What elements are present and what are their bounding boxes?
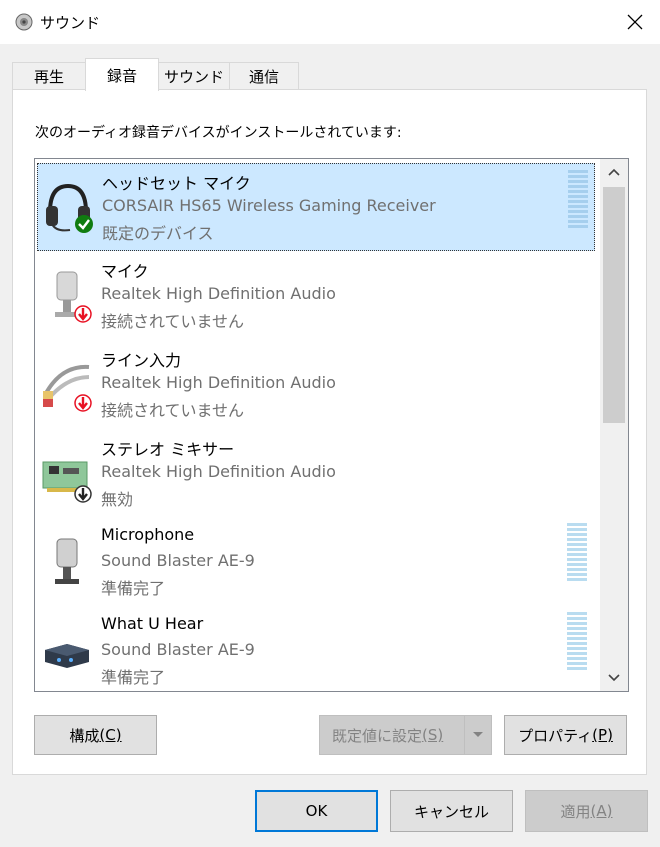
- check-badge: [75, 215, 93, 233]
- sound-card-icon: [42, 461, 92, 503]
- tab-label: 通信: [248, 68, 279, 86]
- properties-label: プロパティ: [518, 726, 593, 745]
- device-name: ステレオ ミキサー: [101, 440, 235, 459]
- device-driver: Realtek High Definition Audio: [101, 373, 336, 392]
- device-driver: Sound Blaster AE-9: [101, 551, 255, 570]
- ok-button[interactable]: OK: [255, 790, 378, 832]
- close-icon: [627, 14, 643, 30]
- properties-accel: (P): [592, 726, 613, 744]
- device-item-mic[interactable]: マイク Realtek High Definition Audio 接続されてい…: [37, 252, 595, 340]
- tab-playback[interactable]: 再生: [12, 62, 86, 90]
- chevron-down-icon: [608, 674, 620, 682]
- tab-label: サウンド: [163, 68, 224, 86]
- tab-label: 再生: [33, 68, 64, 86]
- device-driver: CORSAIR HS65 Wireless Gaming Receiver: [102, 196, 436, 215]
- device-status: 接続されていません: [101, 401, 245, 420]
- device-driver: Realtek High Definition Audio: [101, 284, 336, 303]
- set-default-label: 既定値に設定: [332, 726, 423, 745]
- speaker-icon: [15, 13, 33, 31]
- scroll-down-button[interactable]: [600, 665, 628, 691]
- device-status: 無効: [101, 490, 134, 509]
- chevron-down-icon: [473, 732, 483, 737]
- tab-sounds[interactable]: サウンド: [158, 62, 230, 90]
- ok-label: OK: [305, 802, 328, 820]
- line-in-cable-icon: [43, 364, 92, 412]
- device-status: 接続されていません: [101, 312, 245, 331]
- configure-label: 構成: [69, 726, 100, 745]
- device-driver: Sound Blaster AE-9: [101, 640, 255, 659]
- device-item-line-in[interactable]: ライン入力 Realtek High Definition Audio 接続され…: [37, 341, 595, 429]
- device-driver: Realtek High Definition Audio: [101, 462, 336, 481]
- level-meter: [568, 170, 588, 228]
- apply-button[interactable]: 適用 (A): [525, 790, 648, 832]
- microphone-icon: [55, 271, 92, 323]
- scroll-thumb[interactable]: [603, 187, 625, 423]
- instructions-text: 次のオーディオ録音デバイスがインストールされています:: [35, 125, 402, 141]
- device-item-headset-mic[interactable]: ヘッドセット マイク CORSAIR HS65 Wireless Gaming …: [37, 163, 595, 251]
- apply-accel: (A): [590, 802, 613, 820]
- device-name: Microphone: [101, 525, 195, 544]
- device-item-microphone-ae9[interactable]: Microphone Sound Blaster AE-9 準備完了: [37, 519, 595, 607]
- recording-panel: 次のオーディオ録音デバイスがインストールされています: ヘッドセット マイク C…: [12, 89, 647, 775]
- configure-accel: (C): [99, 726, 122, 744]
- set-default-dropdown[interactable]: [464, 716, 491, 754]
- device-name: ライン入力: [101, 351, 182, 370]
- set-default-accel: (S): [422, 726, 444, 744]
- tab-communications[interactable]: 通信: [229, 62, 299, 90]
- chevron-up-icon: [608, 168, 620, 176]
- device-status: 準備完了: [101, 668, 166, 687]
- device-status: 準備完了: [101, 579, 166, 598]
- cancel-label: キャンセル: [413, 802, 489, 821]
- close-button[interactable]: [615, 4, 655, 40]
- tab-recording[interactable]: 録音: [85, 58, 159, 91]
- device-name: ヘッドセット マイク: [102, 174, 251, 193]
- configure-button[interactable]: 構成 (C): [34, 715, 157, 755]
- level-meter: [567, 523, 587, 581]
- device-status: 既定のデバイス: [102, 224, 214, 243]
- device-item-stereo-mixer[interactable]: ステレオ ミキサー Realtek High Definition Audio …: [37, 430, 595, 518]
- device-list[interactable]: ヘッドセット マイク CORSAIR HS65 Wireless Gaming …: [34, 158, 629, 692]
- scroll-up-button[interactable]: [600, 159, 628, 185]
- apply-label: 適用: [560, 802, 591, 821]
- device-name: What U Hear: [101, 614, 204, 633]
- properties-button[interactable]: プロパティ (P): [504, 715, 627, 755]
- cancel-button[interactable]: キャンセル: [390, 790, 513, 832]
- headset-icon: [46, 183, 93, 233]
- window-title: サウンド: [40, 14, 101, 32]
- microphone-icon: [55, 538, 79, 584]
- tab-label: 録音: [106, 66, 137, 85]
- device-item-what-u-hear[interactable]: What U Hear Sound Blaster AE-9 準備完了: [37, 608, 595, 691]
- scrollbar[interactable]: [600, 159, 628, 691]
- set-default-button[interactable]: 既定値に設定 (S): [319, 715, 492, 755]
- level-meter: [567, 612, 587, 670]
- audio-device-icon: [45, 644, 89, 668]
- title-bar: サウンド: [0, 0, 660, 44]
- device-name: マイク: [101, 262, 149, 281]
